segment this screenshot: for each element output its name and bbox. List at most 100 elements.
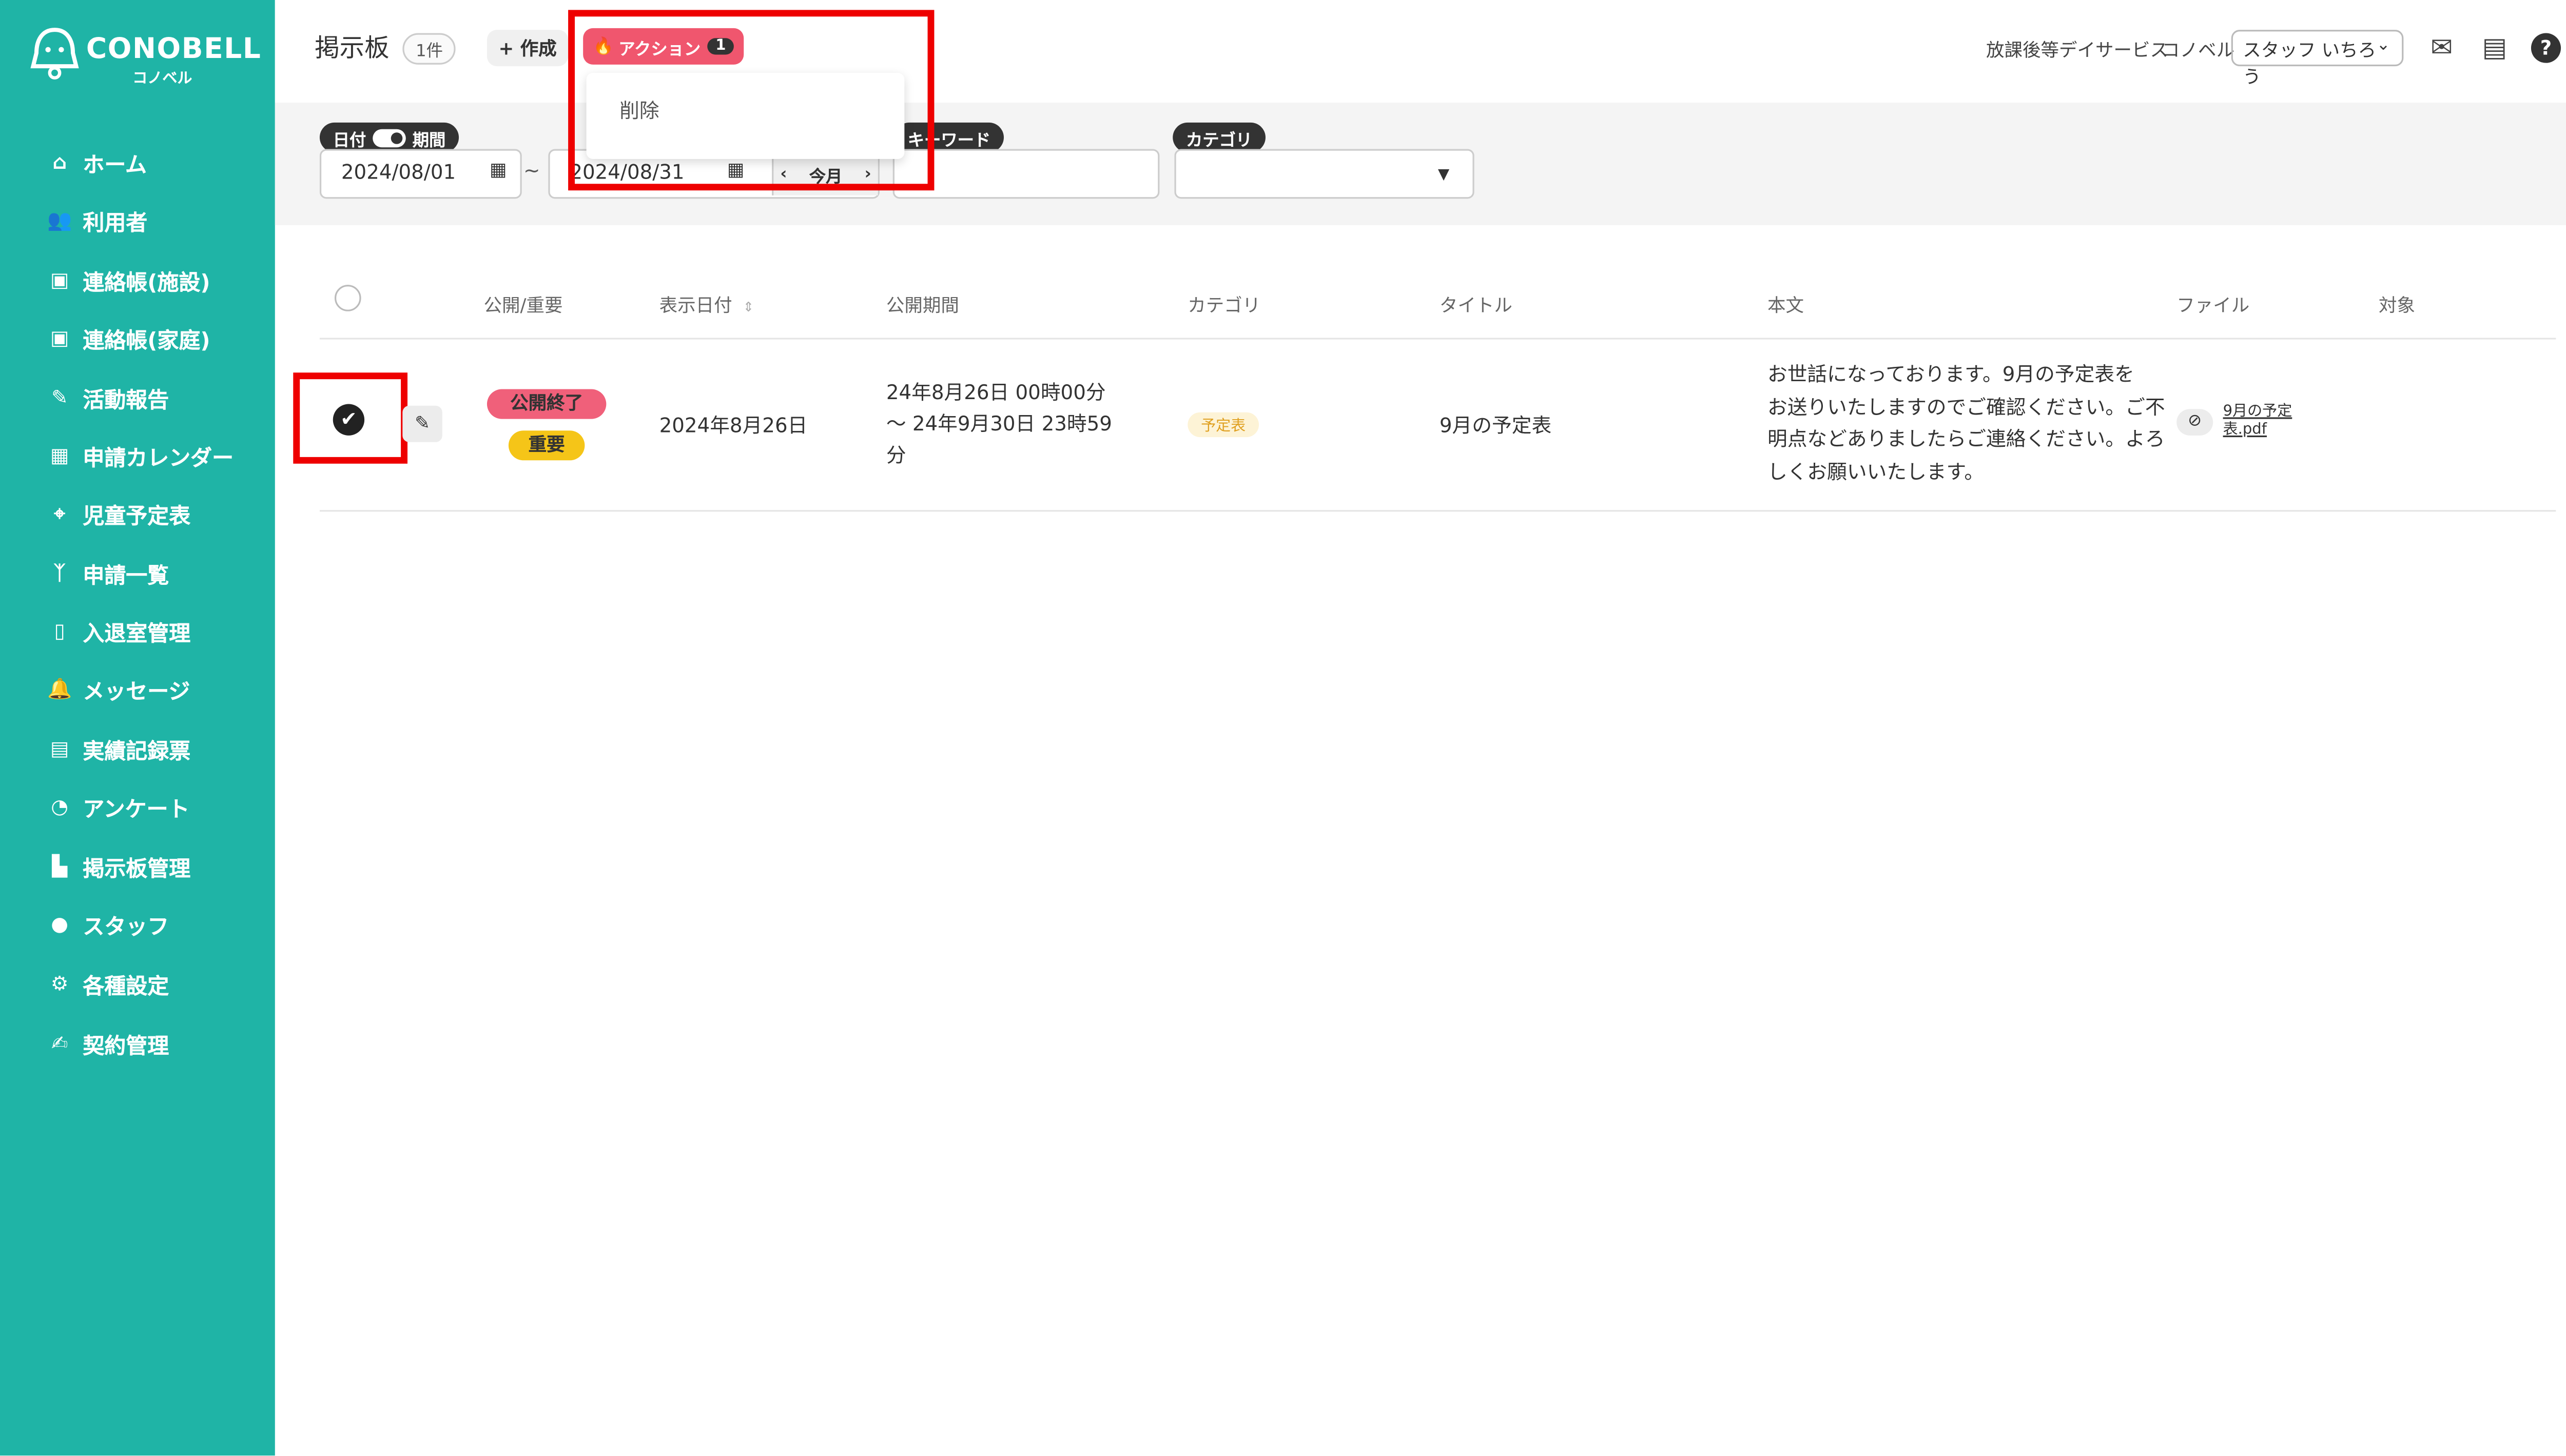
period-label: 期間 <box>412 131 446 150</box>
col-header-category: カテゴリ <box>1188 294 1261 317</box>
manual-book-icon[interactable]: ▤ <box>2480 32 2510 63</box>
post-title[interactable]: 9月の予定表 <box>1440 410 1551 439</box>
sidebar-item-records[interactable]: ▤ 実績記録票 <box>46 729 190 768</box>
paperclip-icon: ⊘ <box>2176 409 2213 436</box>
sidebar-item-notebook-facility[interactable]: ▣ 連絡帳(施設) <box>46 260 210 300</box>
staff-select[interactable]: スタッフ いちろう ⌄ <box>2231 30 2404 88</box>
sidebar-item-survey[interactable]: ◔ アンケート <box>46 786 189 826</box>
sidebar-item-label: 連絡帳(施設) <box>83 270 210 296</box>
body-line: お世話になっております。9月の予定表を <box>1767 362 2134 386</box>
file-link[interactable]: 9月の予定表.pdf <box>2223 404 2309 441</box>
sidebar-item-staff[interactable]: ● スタッフ <box>46 904 169 943</box>
display-date: 2024年8月26日 <box>659 414 808 438</box>
table-icon: ▤ <box>50 737 69 760</box>
highlight-box-checkbox <box>293 372 408 464</box>
staff-icon: ● <box>51 912 69 936</box>
app-logo[interactable]: CONOBELL コノベル <box>30 23 262 89</box>
row-divider <box>319 510 2556 512</box>
period-line: 24年8月26日 00時00分 <box>886 381 1106 404</box>
report-icon: ✎ <box>51 386 68 409</box>
range-separator: ~ <box>523 159 540 183</box>
notebook-icon: ▣ <box>50 326 69 350</box>
col-header-label: 表示日付 <box>659 294 732 317</box>
body-line: 明点などありましたらご連絡ください。よろ <box>1767 427 2165 450</box>
sidebar-item-attendance[interactable]: ▯ 入退室管理 <box>46 611 191 651</box>
calendar-icon: ▦ <box>490 159 507 181</box>
sidebar-item-label: 利用者 <box>83 211 148 236</box>
important-badge: 重要 <box>508 430 585 461</box>
body-line: お送りいたしますのでご確認ください。ご不 <box>1767 395 2165 418</box>
col-header-body: 本文 <box>1767 294 1804 317</box>
person-icon: ᛉ <box>53 561 66 585</box>
edit-icon[interactable]: ✎ <box>402 405 442 442</box>
bell-logo-icon <box>30 28 79 80</box>
status-badge: 公開終了 <box>487 389 607 419</box>
bell-icon: 🔔 <box>47 677 72 701</box>
users-icon: 👥 <box>47 208 72 232</box>
file-attachment[interactable]: ⊘ 9月の予定表.pdf <box>2176 404 2309 441</box>
count-badge: 1件 <box>402 33 456 65</box>
sidebar-item-label: 各種設定 <box>83 974 169 999</box>
chevron-down-icon: ⌄ <box>2376 36 2390 55</box>
sidebar-item-label: 申請カレンダー <box>83 446 234 471</box>
pie-chart-icon: ◔ <box>51 795 69 818</box>
tablet-icon: ▯ <box>54 619 65 643</box>
date-from-value: 2024/08/01 <box>341 161 456 184</box>
period-line: ～ 24年9月30日 23時59 <box>886 412 1112 436</box>
service-name: 放課後等デイサービス <box>1986 40 2169 62</box>
calendar-icon: ▦ <box>50 444 69 467</box>
sidebar-item-application-calendar[interactable]: ▦ 申請カレンダー <box>46 436 234 475</box>
home-icon: ⌂ <box>52 150 67 174</box>
gear-icon: ⚙ <box>50 972 69 995</box>
col-header-title: タイトル <box>1439 294 1512 317</box>
sidebar-item-notebook-home[interactable]: ▣ 連絡帳(家庭) <box>46 318 210 358</box>
date-mode-toggle[interactable]: 日付 期間 <box>319 122 459 152</box>
schedule-icon: ⌖ <box>54 501 66 524</box>
body-line: しくお願いいたします。 <box>1767 459 1985 483</box>
header-divider <box>319 338 2556 340</box>
sidebar-item-label: 連絡帳(家庭) <box>83 328 210 354</box>
category-select[interactable]: ▼ <box>1174 149 1474 199</box>
caret-down-icon: ▼ <box>1437 167 1450 184</box>
select-all-checkbox[interactable] <box>334 285 361 311</box>
sort-icon: ⇕ <box>743 300 754 315</box>
col-header-display-date[interactable]: 表示日付 ⇕ <box>659 291 754 318</box>
sidebar-item-label: メッセージ <box>83 679 190 705</box>
board-icon: ▙ <box>52 854 68 878</box>
sidebar-item-activity-report[interactable]: ✎ 活動報告 <box>46 378 169 417</box>
mail-icon[interactable]: ✉ <box>2427 32 2457 63</box>
sidebar-item-label: 契約管理 <box>83 1034 169 1059</box>
sidebar-item-label: 掲示板管理 <box>83 857 191 882</box>
logo-text: CONOBELL <box>86 33 262 67</box>
facility-name: コノベル <box>2162 40 2235 62</box>
date-from-input[interactable]: 2024/08/01 ▦ <box>319 149 522 199</box>
sidebar-item-label: ホーム <box>83 153 147 178</box>
contract-icon: ✍ <box>51 1031 68 1055</box>
sidebar-item-label: 活動報告 <box>83 388 169 414</box>
sidebar-item-contracts[interactable]: ✍ 契約管理 <box>46 1024 169 1063</box>
create-button[interactable]: + 作成 <box>487 30 569 67</box>
sidebar-item-messages[interactable]: 🔔 メッセージ <box>46 669 190 709</box>
help-icon[interactable]: ? <box>2531 33 2561 63</box>
date-label: 日付 <box>333 131 366 150</box>
col-header-period: 公開期間 <box>886 294 959 317</box>
sidebar-item-application-list[interactable]: ᛉ 申請一覧 <box>46 553 169 593</box>
post-body: お世話になっております。9月の予定表を お送りいたしますのでご確認ください。ご不… <box>1767 359 2165 488</box>
toggle-switch[interactable] <box>373 128 406 147</box>
sidebar-item-users[interactable]: 👥 利用者 <box>46 201 147 240</box>
period-line: 分 <box>886 444 906 467</box>
page-title: 掲示板 <box>315 33 390 63</box>
sidebar-item-settings[interactable]: ⚙ 各種設定 <box>46 964 169 1004</box>
sidebar-item-home[interactable]: ⌂ ホーム <box>46 143 147 182</box>
sidebar-item-label: 実績記録票 <box>83 739 191 764</box>
notebook-icon: ▣ <box>50 268 69 292</box>
logo-subtext: コノベル <box>132 71 192 88</box>
sidebar-item-board-management[interactable]: ▙ 掲示板管理 <box>46 846 190 886</box>
category-tag: 予定表 <box>1188 412 1259 438</box>
sidebar-item-label: 申請一覧 <box>83 564 169 589</box>
sidebar-item-label: 児童予定表 <box>83 504 191 529</box>
col-header-target: 対象 <box>2378 294 2415 317</box>
sidebar-item-label: スタッフ <box>83 915 169 940</box>
sidebar-item-child-schedule[interactable]: ⌖ 児童予定表 <box>46 494 190 533</box>
category-label: カテゴリ <box>1173 122 1266 152</box>
